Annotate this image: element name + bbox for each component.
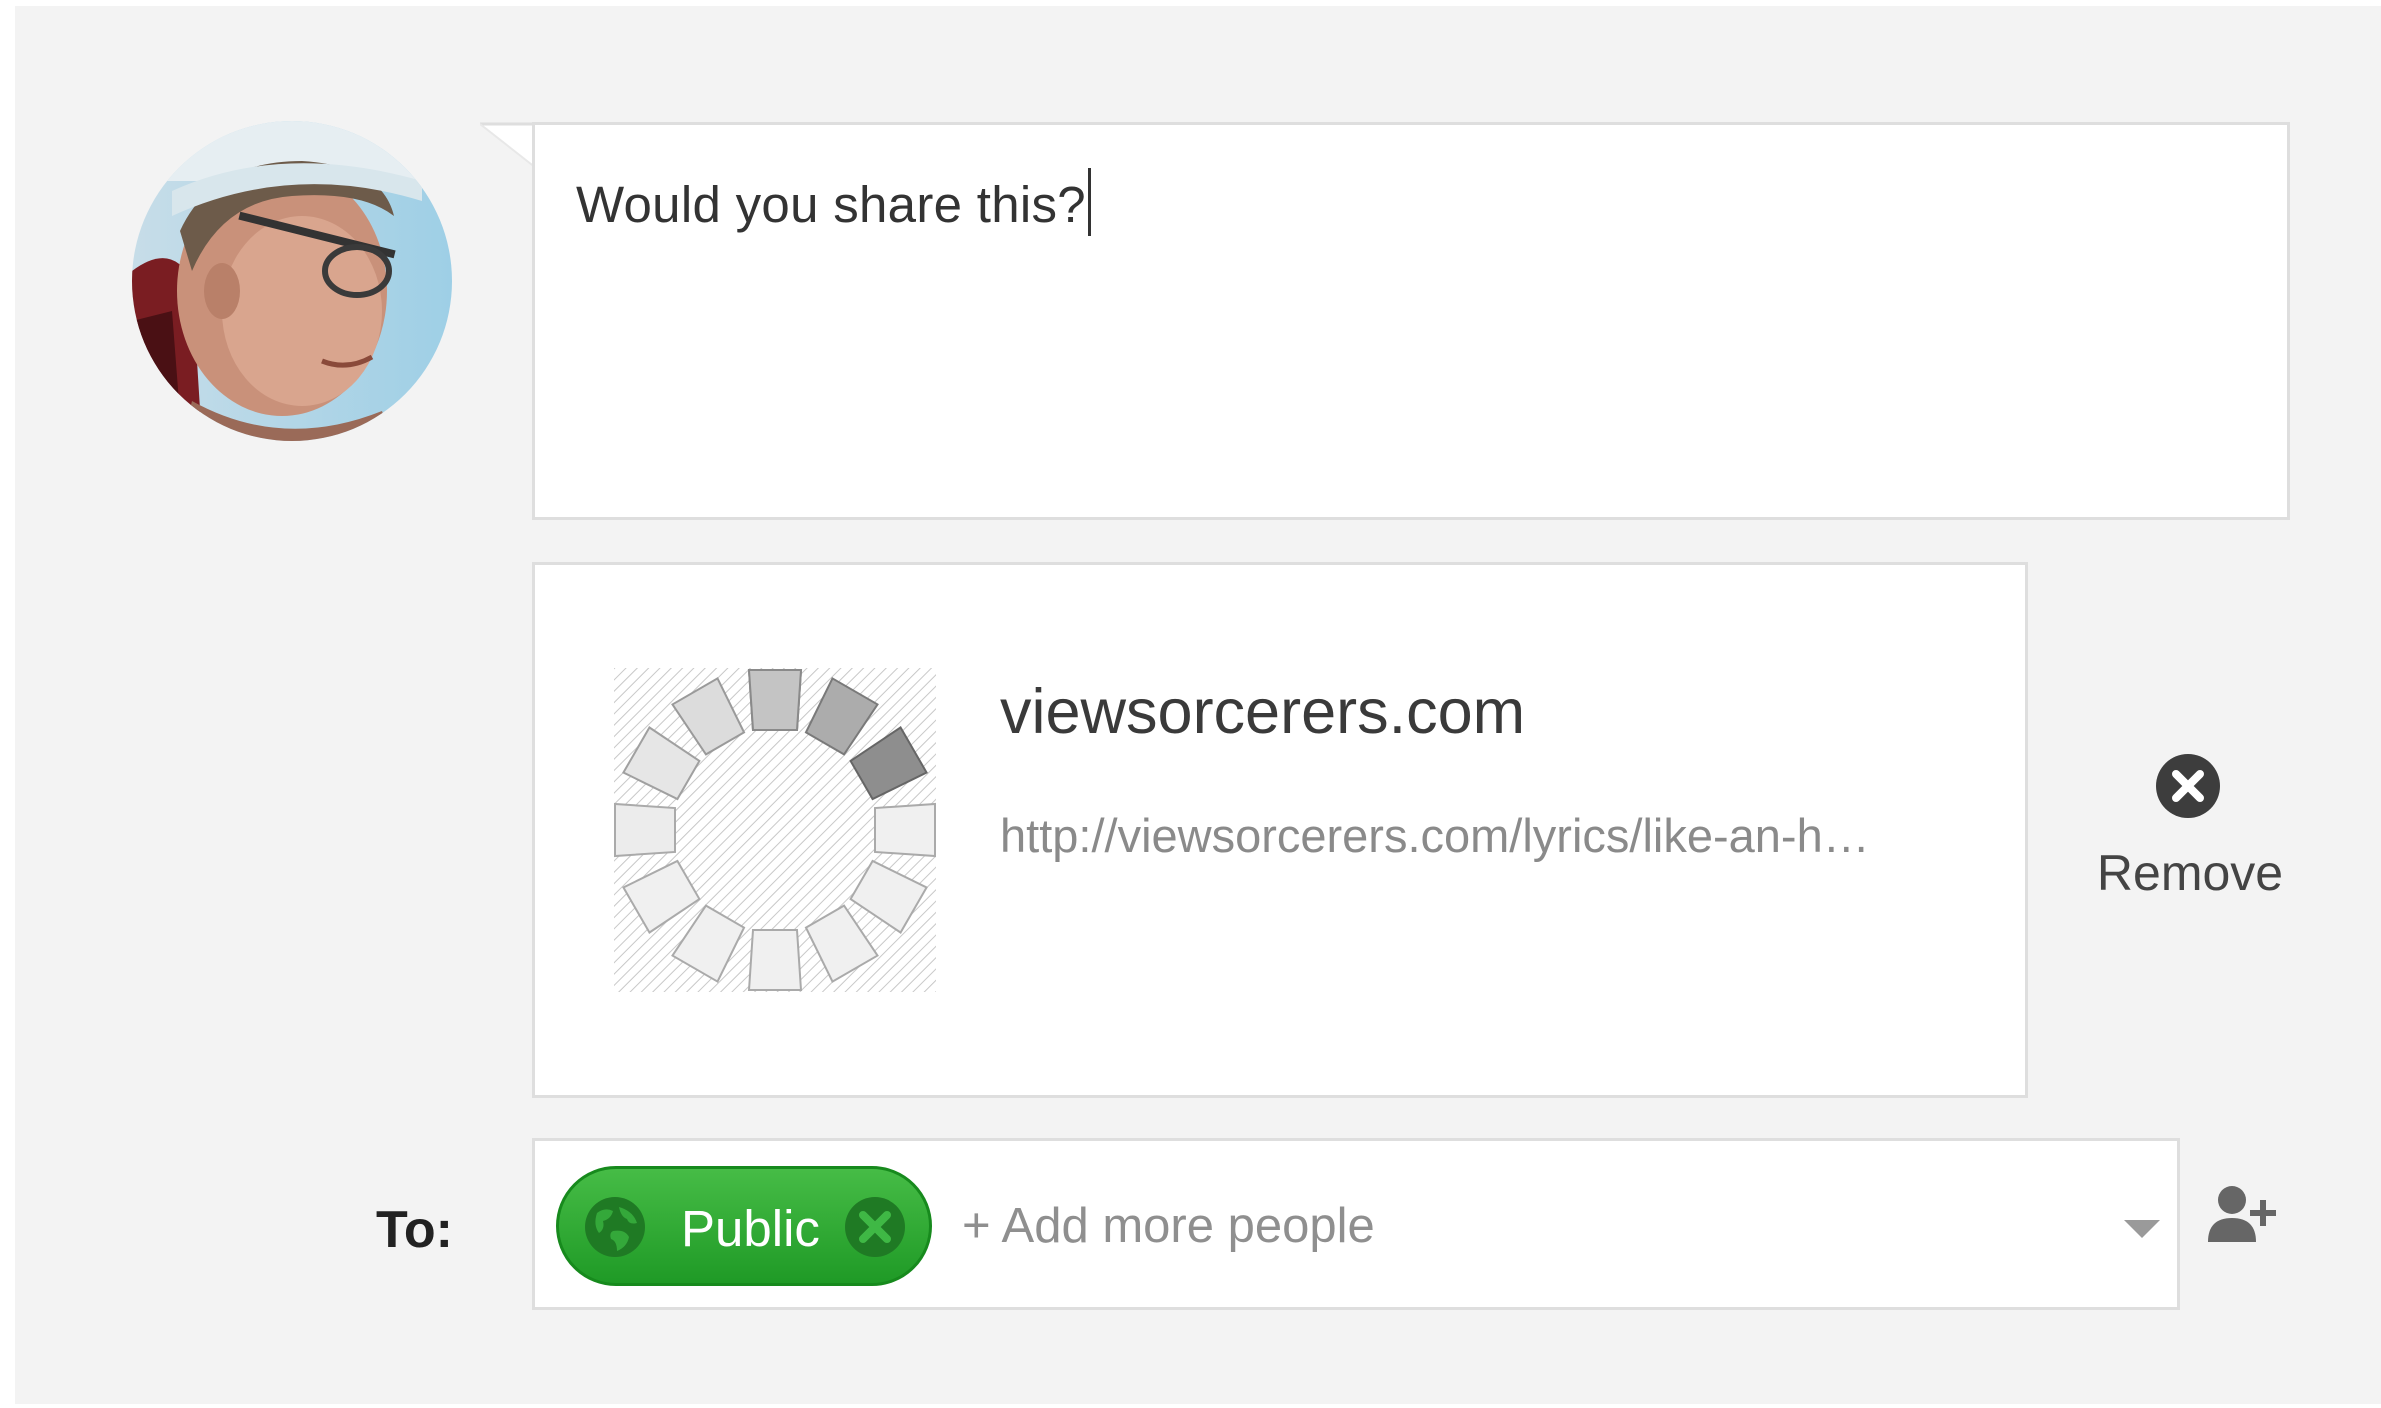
link-domain[interactable]: viewsorcerers.com: [1000, 676, 1525, 748]
loading-spinner-icon: [614, 668, 936, 992]
remove-circle-icon: [2156, 754, 2220, 818]
public-audience-chip[interactable]: Public: [556, 1166, 932, 1286]
post-text: Would you share this?: [576, 176, 1086, 233]
link-url[interactable]: http://viewsorcerers.com/lyrics/like-an-…: [1000, 808, 1870, 863]
composer-pointer: [480, 122, 537, 169]
add-more-people-input[interactable]: + Add more people: [962, 1198, 1375, 1254]
post-text-value[interactable]: Would you share this?: [576, 168, 1091, 236]
public-chip-label: Public: [681, 1200, 820, 1257]
remove-link-button[interactable]: Remove: [2080, 752, 2300, 912]
avatar: [132, 121, 452, 441]
globe-icon: [585, 1197, 645, 1257]
close-circle-icon[interactable]: [843, 1195, 907, 1259]
chevron-down-icon[interactable]: [2118, 1208, 2166, 1248]
add-person-icon[interactable]: [2204, 1180, 2278, 1254]
text-cursor: [1087, 168, 1091, 236]
remove-label: Remove: [2096, 845, 2284, 901]
to-label: To:: [376, 1201, 453, 1259]
